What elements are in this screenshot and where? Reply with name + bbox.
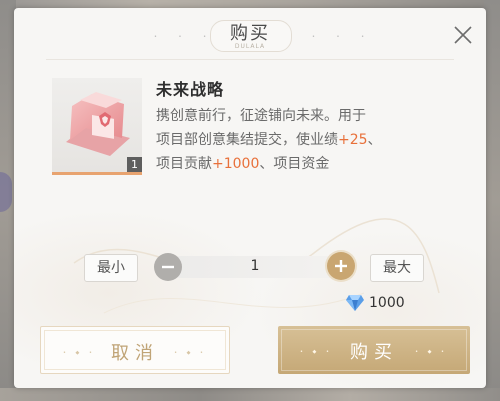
dialog-header: • • • • • • 购买 DULALA (14, 8, 486, 60)
increase-quantity-button[interactable] (327, 252, 355, 280)
close-icon (454, 26, 472, 44)
quantity-value[interactable]: 1 (210, 258, 300, 274)
purchase-dialog: • • • • • • 购买 DULALA 1 未来战略 携创意前行，征途铺向未… (14, 8, 486, 388)
desc-text: 、项目资金 (259, 156, 330, 172)
min-quantity-button[interactable]: 最小 (84, 254, 138, 282)
header-dots-left: • • • (154, 34, 217, 40)
decrease-quantity-button[interactable] (154, 253, 182, 281)
item-description-line-2: 项目部创意集结提交，使业绩+25、 (156, 128, 456, 152)
plus-icon (335, 260, 347, 272)
contribution-bonus: +1000 (212, 156, 260, 172)
total-cost: 1000 (345, 293, 405, 313)
max-quantity-button[interactable]: 最大 (370, 254, 424, 282)
desc-text: 项目部创意集结提交，使业绩 (156, 132, 338, 148)
buy-button-label: 购买 (350, 342, 398, 363)
diamond-icon (346, 295, 364, 311)
item-name: 未来战略 (156, 80, 225, 99)
close-button[interactable] (452, 24, 474, 46)
item-description-line-1: 携创意前行，征途铺向未来。用于 (156, 108, 366, 124)
dialog-subtitle: DULALA (234, 43, 266, 50)
background-character-edge (0, 172, 12, 212)
item-description: 携创意前行，征途铺向未来。用于 项目部创意集结提交，使业绩+25、 项目贡献+1… (156, 104, 456, 176)
item-description-line-3: 项目贡献+1000、项目资金 (156, 152, 456, 176)
desc-text: 项目贡献 (156, 156, 212, 172)
background-bottom (0, 388, 500, 401)
minus-icon (162, 265, 174, 269)
performance-bonus: +25 (338, 132, 368, 148)
cancel-button-label: 取消 (111, 343, 159, 364)
item-quantity-badge: 1 (127, 157, 142, 172)
item-folder-icon (66, 92, 130, 156)
header-dots-right: • • • (312, 34, 375, 40)
cost-amount: 1000 (369, 295, 405, 311)
background-right (484, 0, 500, 401)
cancel-button[interactable]: • ◆ • • ◆ • 取消 (40, 326, 230, 374)
header-divider (46, 59, 454, 60)
dialog-title: 购买 (230, 23, 270, 44)
buy-button[interactable]: • ◆ • • ◆ • 购买 (278, 326, 470, 374)
item-card: 1 (52, 78, 142, 175)
desc-text: 、 (367, 132, 382, 148)
